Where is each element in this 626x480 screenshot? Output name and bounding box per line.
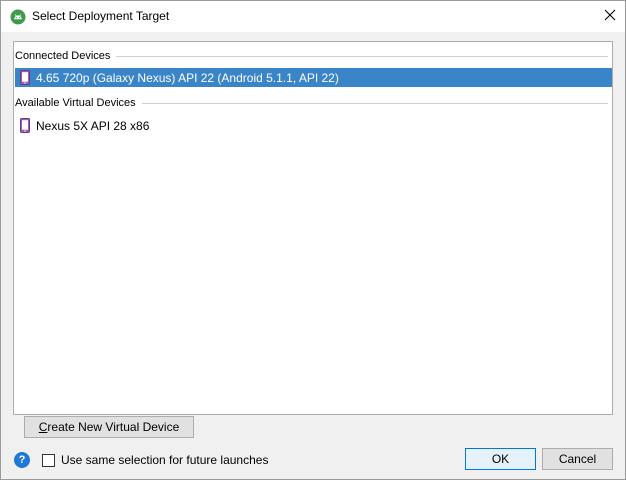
device-label: 4.65 720p (Galaxy Nexus) API 22 (Android… [36,70,339,85]
android-studio-icon [10,9,26,25]
title-bar: Select Deployment Target [1,1,625,32]
cancel-button[interactable]: Cancel [542,448,613,470]
button-label: reate New Virtual Device [47,420,180,434]
button-label: Cancel [558,452,597,466]
close-icon [604,9,616,24]
create-new-virtual-device-button[interactable]: Create New Virtual Device [24,416,194,438]
phone-icon [20,118,30,133]
ok-button[interactable]: OK [465,448,536,470]
device-row-nexus-5x[interactable]: Nexus 5X API 28 x86 [15,116,612,135]
section-header-label: Available Virtual Devices [15,97,136,109]
phone-icon [20,70,30,85]
close-button[interactable] [595,1,625,31]
device-list: Connected Devices 4.65 720p (Galaxy Nexu… [13,41,613,415]
help-icon[interactable]: ? [14,452,30,468]
section-divider [116,55,608,57]
section-header-connected-devices: Connected Devices [15,48,610,64]
same-selection-label[interactable]: Use same selection for future launches [61,453,268,467]
section-header-label: Connected Devices [15,50,111,62]
deployment-target-dialog: Select Deployment Target Connected Devic… [0,0,626,480]
button-label: OK [491,452,510,466]
device-label: Nexus 5X API 28 x86 [36,118,150,133]
same-selection-checkbox[interactable] [42,454,55,467]
help-glyph: ? [18,454,26,466]
dialog-title: Select Deployment Target [32,9,170,23]
device-row-galaxy-nexus[interactable]: 4.65 720p (Galaxy Nexus) API 22 (Android… [15,68,612,87]
section-header-available-virtual-devices: Available Virtual Devices [15,95,610,111]
section-divider [141,102,608,104]
mnemonic-letter: C [38,420,48,434]
